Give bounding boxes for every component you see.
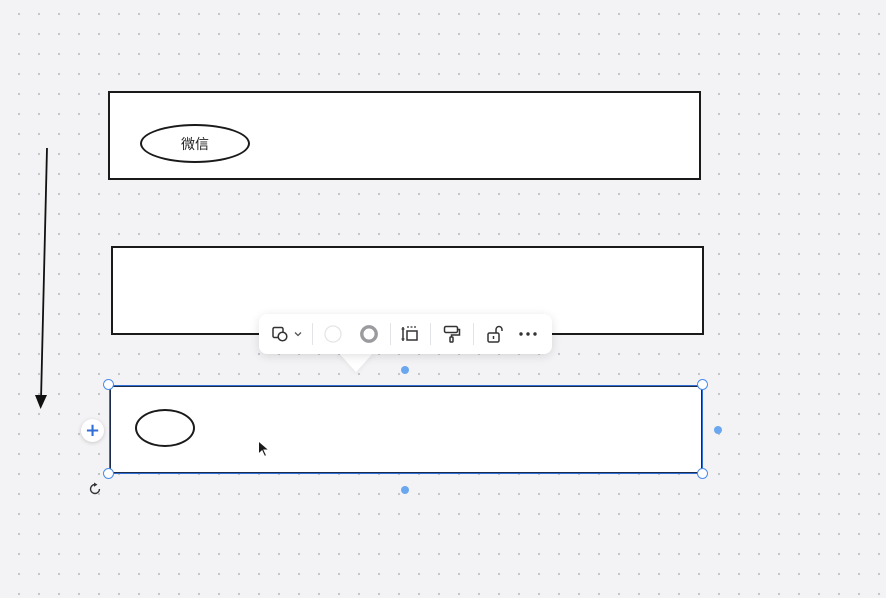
rectangle-shape-3[interactable]: [109, 385, 703, 474]
connector-arrow[interactable]: [30, 145, 54, 415]
ellipse-shape-wechat[interactable]: 微信: [140, 124, 250, 163]
connection-point-bottom[interactable]: [401, 486, 409, 494]
toolbar-divider: [430, 323, 432, 345]
connection-point-right[interactable]: [714, 426, 722, 434]
border-color-button[interactable]: [351, 319, 387, 349]
resize-handle-bottom-right[interactable]: [697, 468, 708, 479]
align-icon: [401, 326, 419, 341]
shape-type-button[interactable]: [265, 319, 309, 349]
toolbar-divider: [311, 323, 313, 345]
align-button[interactable]: [394, 319, 428, 349]
ellipse-label: 微信: [181, 136, 209, 153]
ellipse-shape-2[interactable]: [135, 409, 195, 447]
lock-button[interactable]: [477, 319, 511, 349]
toolbar-divider: [389, 323, 391, 345]
rotate-handle-icon[interactable]: [88, 482, 102, 496]
connection-point-top[interactable]: [401, 366, 409, 374]
add-shape-button[interactable]: +: [81, 419, 104, 442]
plus-icon: +: [84, 419, 101, 441]
format-painter-button[interactable]: [434, 319, 470, 349]
resize-handle-bottom-left[interactable]: [103, 468, 114, 479]
chevron-down-icon: [294, 332, 302, 337]
format-painter-icon: [443, 325, 461, 343]
whiteboard-canvas[interactable]: 微信 +: [0, 0, 886, 598]
shape-toolbar: [259, 314, 552, 354]
toolbar-divider: [472, 323, 474, 345]
mouse-cursor-icon: [258, 440, 271, 458]
resize-handle-top-right[interactable]: [697, 379, 708, 390]
fill-color-icon: [324, 325, 342, 343]
border-color-icon: [359, 325, 378, 343]
resize-handle-top-left[interactable]: [103, 379, 114, 390]
fill-color-button[interactable]: [315, 319, 351, 349]
unlock-icon: [486, 325, 503, 343]
more-options-button[interactable]: [510, 319, 546, 349]
more-icon: [519, 332, 537, 336]
shape-type-icon: [272, 326, 288, 342]
